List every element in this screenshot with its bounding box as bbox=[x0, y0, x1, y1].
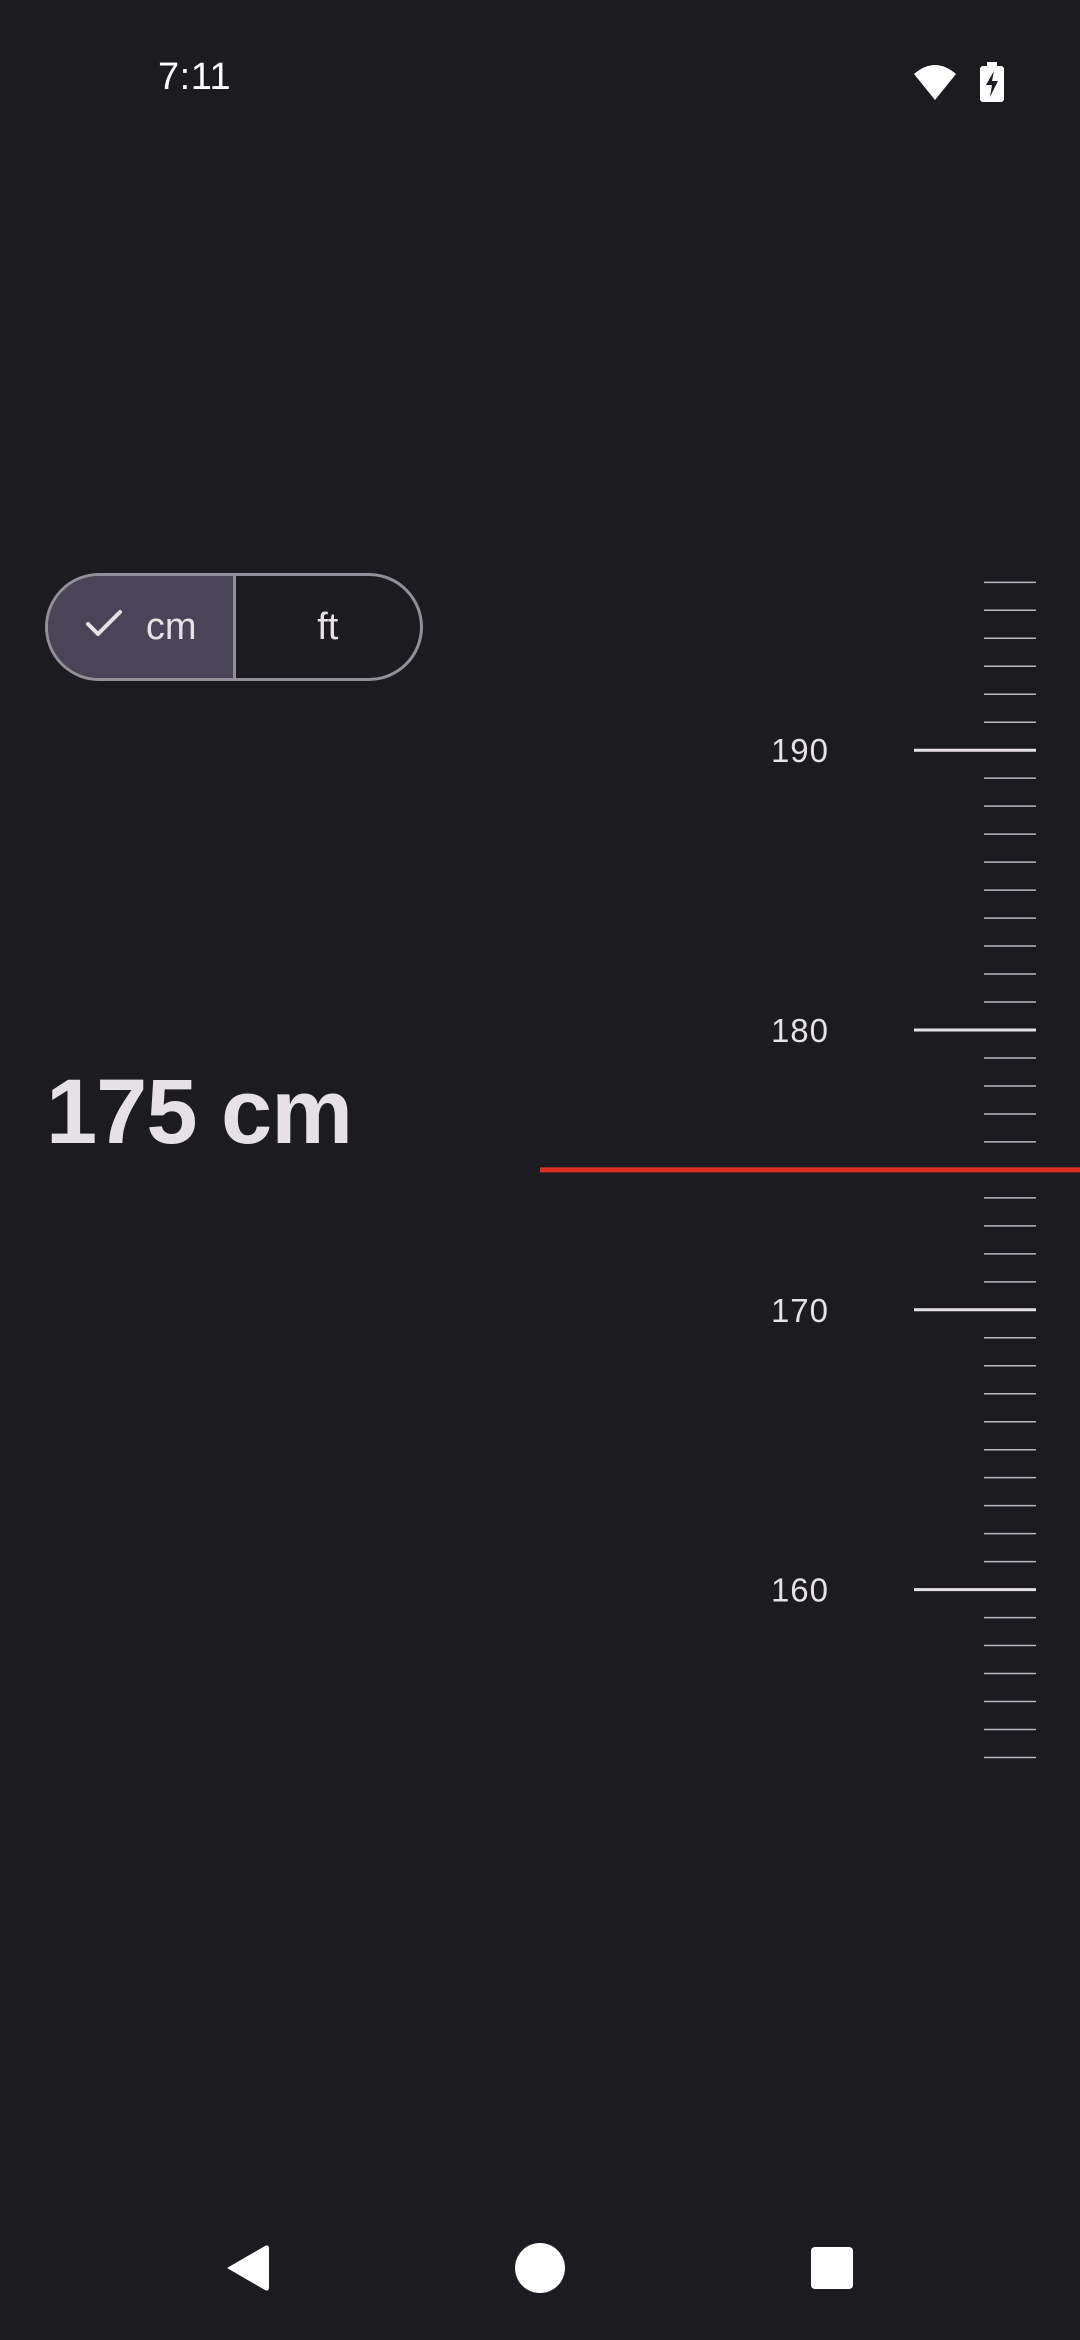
wifi-icon bbox=[912, 62, 958, 107]
recents-icon bbox=[810, 2246, 854, 2295]
recents-button[interactable] bbox=[782, 2220, 882, 2320]
status-icons bbox=[912, 62, 1004, 107]
unit-option-label: cm bbox=[145, 605, 197, 648]
status-time: 7:11 bbox=[158, 56, 232, 98]
ruler-scale[interactable]: 190 180 170 160 bbox=[540, 560, 1080, 1780]
ruler-label: 180 bbox=[771, 1012, 829, 1049]
ruler-label: 170 bbox=[771, 1292, 829, 1329]
unit-toggle: cm ft bbox=[45, 573, 423, 681]
status-bar: 7:11 bbox=[0, 0, 1080, 160]
check-icon bbox=[84, 606, 124, 649]
unit-option-cm[interactable]: cm bbox=[48, 576, 233, 678]
back-icon bbox=[223, 2243, 271, 2298]
navigation-bar bbox=[0, 2220, 1080, 2340]
home-icon bbox=[514, 2242, 566, 2299]
ruler-label: 190 bbox=[771, 732, 829, 769]
unit-option-ft[interactable]: ft bbox=[236, 576, 421, 678]
ruler-label: 160 bbox=[771, 1572, 829, 1609]
unit-option-label: ft bbox=[317, 605, 339, 648]
battery-charging-icon bbox=[980, 62, 1004, 107]
back-button[interactable] bbox=[197, 2220, 297, 2320]
home-button[interactable] bbox=[490, 2220, 590, 2320]
height-ruler[interactable]: 190 180 170 160 bbox=[540, 560, 1080, 1780]
height-value: 175 cm bbox=[46, 1061, 353, 1163]
